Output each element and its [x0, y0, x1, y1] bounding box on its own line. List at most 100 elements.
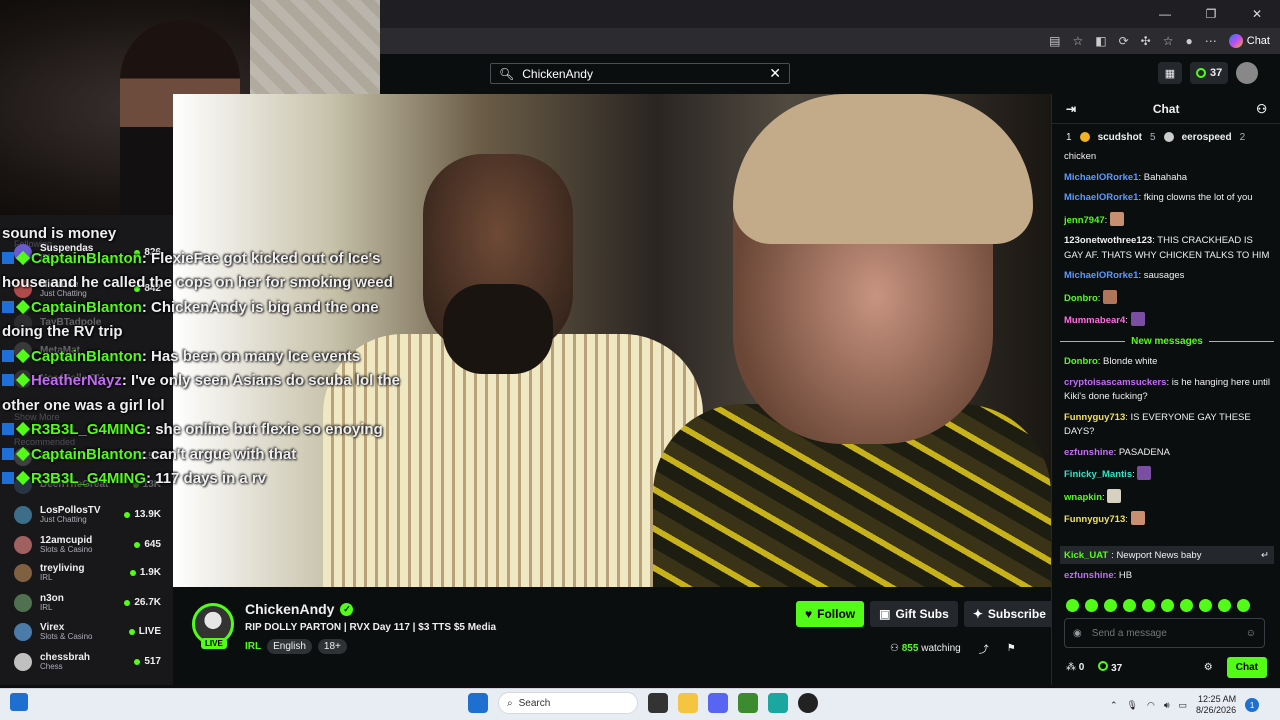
- chat-username[interactable]: Donbro: [1064, 356, 1098, 367]
- search-value: ChickenAndy: [522, 66, 593, 81]
- emote-icon[interactable]: [1066, 599, 1079, 612]
- live-dot-icon: [124, 511, 131, 518]
- clear-search-icon[interactable]: ✕: [769, 65, 781, 82]
- sidebar-channel-name: 12amcupid: [40, 534, 93, 546]
- emote-icon[interactable]: [1237, 599, 1250, 612]
- chat-username[interactable]: MichaelORorke1: [1064, 192, 1138, 203]
- overlay-chat-line: R3B3L_G4MING: she online but flexie so e…: [2, 418, 402, 443]
- emote-icon[interactable]: [1085, 599, 1098, 612]
- favorite-star-icon[interactable]: ☆: [1073, 34, 1084, 48]
- share-icon[interactable]: ⤴: [979, 641, 989, 656]
- minecraft-icon[interactable]: [738, 693, 758, 713]
- clock[interactable]: 12:25 AM 8/26/2026: [1196, 694, 1236, 716]
- chat-send-button[interactable]: Chat: [1226, 656, 1267, 678]
- emoji-icon[interactable]: ☺: [1246, 628, 1256, 639]
- obs-icon[interactable]: [798, 693, 818, 713]
- favorites-icon[interactable]: ☆: [1163, 34, 1174, 48]
- scroll-down-icon[interactable]: ↵: [1256, 550, 1274, 561]
- chat-settings-icon[interactable]: ◉: [1073, 628, 1082, 639]
- user-avatar[interactable]: [1236, 62, 1259, 84]
- emote-icon[interactable]: [1218, 599, 1231, 612]
- battery-icon[interactable]: ▭: [1179, 700, 1188, 711]
- close-icon[interactable]: ✕: [1234, 0, 1280, 28]
- emote-icon[interactable]: [1142, 599, 1155, 612]
- sidebar-channel-item[interactable]: 12amcupid Slots & Casino 645: [0, 530, 173, 559]
- verified-badge-icon: [2, 251, 14, 264]
- last-message-user[interactable]: ezfunshine: [1064, 570, 1114, 581]
- tag-mature[interactable]: 18+: [317, 639, 347, 654]
- follow-button[interactable]: ♥ Follow: [796, 601, 865, 627]
- emote-icon[interactable]: [1161, 599, 1174, 612]
- channel-name[interactable]: ChickenAndy: [245, 601, 334, 617]
- chat-username[interactable]: jenn7947: [1064, 215, 1105, 226]
- chat-username[interactable]: wnapkin: [1064, 492, 1102, 503]
- report-icon[interactable]: ⚑: [1007, 643, 1016, 654]
- chat-username[interactable]: Mummabear4: [1064, 315, 1125, 326]
- widgets-icon[interactable]: [10, 693, 28, 711]
- chat-username[interactable]: MichaelORorke1: [1064, 172, 1138, 183]
- reader-icon[interactable]: ▤: [1049, 34, 1060, 48]
- profile-icon[interactable]: ●: [1186, 34, 1193, 48]
- chat-username[interactable]: Finicky_Mantis: [1064, 469, 1132, 480]
- chat-username[interactable]: Funnyguy713: [1064, 412, 1125, 423]
- sub-badge-icon: [15, 299, 31, 314]
- chat-gear-icon[interactable]: ⚙: [1204, 662, 1213, 673]
- chat-users-icon[interactable]: ⚇: [1256, 102, 1267, 116]
- chat-text: : PASADENA: [1113, 446, 1170, 458]
- chat-username[interactable]: 123onetwothree123: [1064, 235, 1152, 246]
- notification-icon[interactable]: 1: [1245, 698, 1260, 712]
- category-link[interactable]: IRL: [245, 641, 261, 652]
- microphone-icon[interactable]: 🎙︎: [1127, 700, 1138, 711]
- search-input[interactable]: 🔍︎ ChickenAndy ✕: [490, 63, 790, 84]
- emote-icon[interactable]: [1180, 599, 1193, 612]
- puzzle-icon[interactable]: ✣: [1141, 34, 1151, 48]
- copilot-chat-button[interactable]: Chat: [1228, 34, 1270, 48]
- chat-username[interactable]: Funnyguy713: [1064, 514, 1125, 525]
- tray-chevron-icon[interactable]: ⌃: [1110, 700, 1118, 711]
- more-icon[interactable]: ⋯: [1205, 34, 1217, 48]
- pinned-user[interactable]: Kick_UAT: [1064, 550, 1108, 561]
- sidebar-channel-item[interactable]: treyliving IRL 1.9K: [0, 558, 173, 587]
- leader-1-name[interactable]: scudshot: [1098, 132, 1142, 143]
- taskbar-search[interactable]: ⌕ Search: [498, 692, 638, 714]
- verified-badge-icon: [2, 374, 14, 386]
- volume-icon[interactable]: 🔊︎: [1164, 700, 1170, 711]
- channel-avatar: [14, 563, 32, 582]
- sidebar-viewers: 26.7K: [134, 597, 161, 608]
- tag-language[interactable]: English: [267, 639, 312, 654]
- discord-icon[interactable]: [708, 693, 728, 713]
- minimize-icon[interactable]: —: [1142, 0, 1188, 28]
- edge-icon[interactable]: [768, 693, 788, 713]
- emote-icon[interactable]: [1199, 599, 1212, 612]
- start-icon[interactable]: [468, 693, 488, 713]
- chat-username[interactable]: ezfunshine: [1064, 447, 1114, 458]
- chat-username[interactable]: Donbro: [1064, 293, 1098, 304]
- maximize-icon[interactable]: ❐: [1188, 0, 1234, 28]
- chat-username[interactable]: MichaelORorke1: [1064, 270, 1138, 281]
- file-explorer-icon[interactable]: [678, 693, 698, 713]
- kicks-balance-button[interactable]: 37: [1190, 62, 1229, 84]
- overlay-chat-line: CaptainBlanton: FlexieFae got kicked out…: [2, 247, 402, 272]
- sidebar-channel-item[interactable]: LosPollosTV Just Chatting 13.9K: [0, 500, 173, 529]
- emote-icon[interactable]: [1104, 599, 1117, 612]
- live-dot-icon: [124, 599, 131, 606]
- gift-subs-button[interactable]: ▣ Gift Subs: [870, 601, 958, 627]
- task-view-icon[interactable]: [648, 693, 668, 713]
- extension-icon[interactable]: ◧: [1095, 34, 1106, 48]
- emote-icon[interactable]: [1123, 599, 1136, 612]
- subscribe-button[interactable]: ✦ Subscribe: [963, 601, 1055, 627]
- dashboard-icon[interactable]: ▦: [1158, 62, 1182, 84]
- sidebar-viewer-count: LIVE: [128, 626, 173, 637]
- sidebar-channel-item[interactable]: Virex Slots & Casino LIVE: [0, 617, 173, 646]
- refresh-extension-icon[interactable]: ⟳: [1119, 34, 1129, 48]
- chat-panel: ⇥ Chat ⚇ 1 scudshot 5 eerospeed 2 chicke…: [1051, 94, 1280, 685]
- sidebar-channel-item[interactable]: chessbrah Chess 517: [0, 647, 173, 676]
- wifi-icon[interactable]: ◠: [1147, 700, 1155, 711]
- leader-2-name[interactable]: eerospeed: [1182, 132, 1232, 143]
- collapse-chat-icon[interactable]: ⇥: [1066, 102, 1076, 116]
- chat-input[interactable]: [1091, 627, 1236, 639]
- chat-input-box[interactable]: ◉ ☺: [1064, 618, 1265, 648]
- sidebar-channel-item[interactable]: n3on IRL 26.7K: [0, 588, 173, 617]
- overlay-username: HeatherNayz: [31, 372, 122, 389]
- chat-username[interactable]: cryptoisascamsuckers: [1064, 377, 1166, 388]
